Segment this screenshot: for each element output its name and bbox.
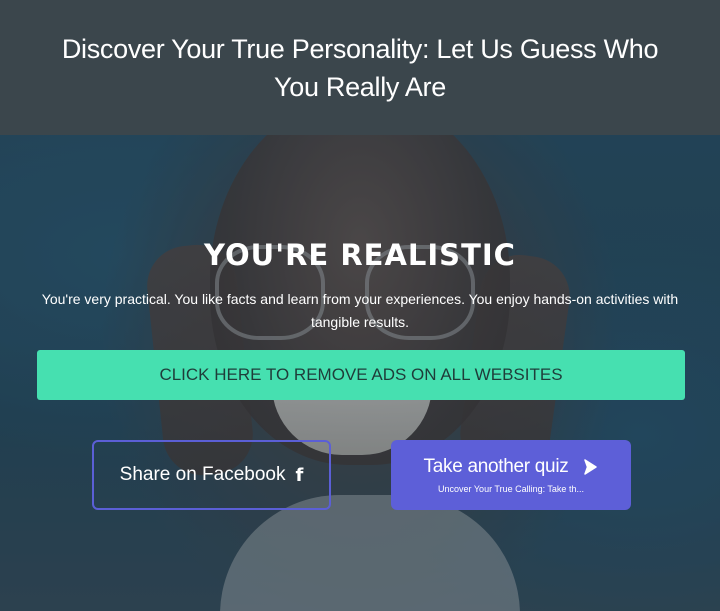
page-title: Discover Your True Personality: Let Us G…: [61, 33, 659, 102]
share-facebook-button[interactable]: Share on Facebook f: [92, 440, 331, 510]
remove-ads-button[interactable]: CLICK HERE TO REMOVE ADS ON ALL WEBSITES: [37, 350, 685, 400]
share-facebook-label: Share on Facebook: [119, 464, 286, 485]
facebook-icon: f: [295, 464, 304, 486]
result-description: You're very practical. You like facts an…: [41, 291, 679, 330]
take-another-quiz-button[interactable]: Take another quiz Uncover Your True Call…: [391, 440, 631, 510]
next-quiz-title: Uncover Your True Calling: Take th...: [438, 484, 584, 494]
page-header: Discover Your True Personality: Let Us G…: [0, 0, 720, 135]
take-another-quiz-label: Take another quiz: [423, 456, 569, 477]
result-title: YOU'RE REALISTIC: [204, 238, 516, 272]
play-arrow-icon: [584, 459, 598, 475]
